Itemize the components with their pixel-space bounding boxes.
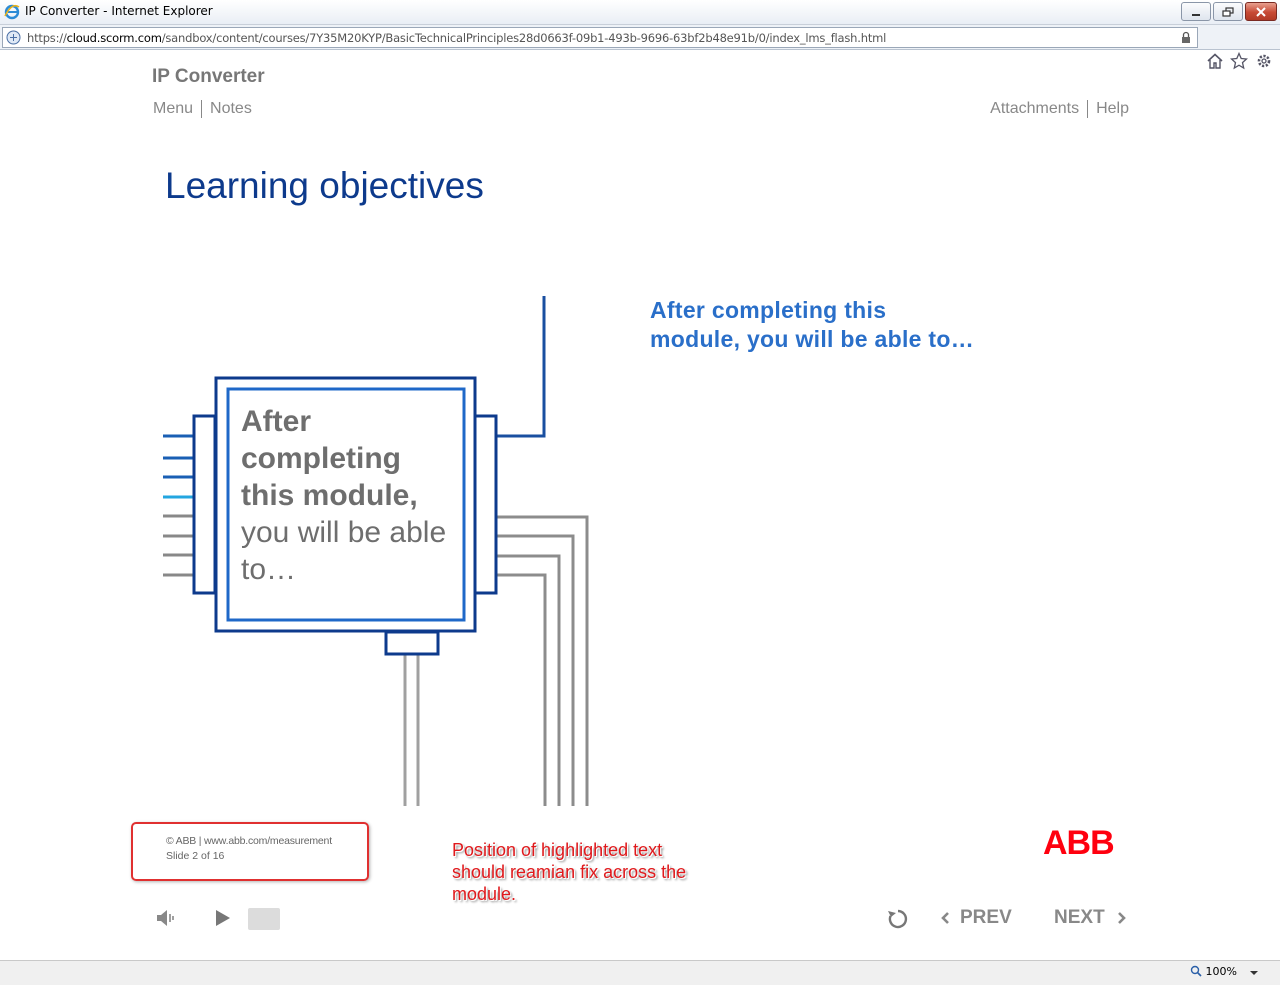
zoom-dropdown-icon[interactable]: [1250, 971, 1258, 975]
zoom-level[interactable]: 100%: [1190, 965, 1237, 978]
volume-icon[interactable]: [155, 908, 177, 928]
chip-text-bold-2: completing: [241, 442, 402, 475]
chip-text: After completing this module, you will b…: [241, 403, 461, 588]
chip-text-normal-2: to…: [241, 553, 297, 586]
replay-icon[interactable]: [886, 907, 910, 931]
progress-scrubber[interactable]: [248, 908, 280, 930]
abb-logo: ABB: [1043, 824, 1115, 862]
circuit-chip-illustration: [163, 296, 589, 806]
slide-counter: Slide 2 of 16: [166, 850, 225, 862]
footer-copyright: © ABB | www.abb.com/measurement: [166, 835, 332, 847]
prev-button[interactable]: PREV: [940, 907, 1012, 929]
prev-label: PREV: [960, 907, 1012, 928]
review-annotation: Position of highlighted text should ream…: [452, 840, 687, 904]
chip-text-normal-1: you will be able: [241, 516, 447, 549]
chip-text-bold-3: this module,: [241, 479, 418, 512]
next-button[interactable]: NEXT: [1054, 907, 1127, 929]
chevron-left-icon: [941, 912, 949, 924]
zoom-icon: [1190, 965, 1202, 977]
status-bar: 100%: [0, 960, 1280, 985]
right-pins: [496, 515, 589, 806]
play-icon[interactable]: [214, 908, 232, 928]
chevron-right-icon: [1117, 912, 1126, 924]
bottom-pins: [403, 655, 420, 806]
next-label: NEXT: [1054, 907, 1105, 928]
zoom-value: 100%: [1205, 965, 1237, 978]
chip-text-bold-1: After: [241, 405, 312, 438]
